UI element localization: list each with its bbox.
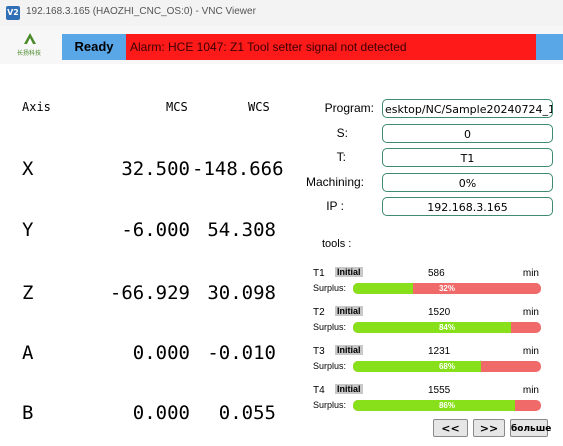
more-button[interactable]: больше bbox=[510, 419, 551, 437]
machining-label: Machining: bbox=[305, 175, 364, 189]
surplus-percent: 84% bbox=[438, 323, 455, 332]
program-label: Program: bbox=[324, 101, 374, 115]
wcs-header: WCS bbox=[248, 100, 270, 114]
tool-label: T: bbox=[336, 150, 346, 164]
surplus-bar: 84% bbox=[353, 322, 541, 333]
tool-id: T4 bbox=[313, 385, 325, 396]
surplus-percent: 68% bbox=[438, 362, 455, 371]
tool-life-value: 1520 bbox=[428, 307, 451, 318]
surplus-bar: 86% bbox=[353, 400, 541, 411]
axis-a-wcs: -0.010 bbox=[207, 342, 276, 364]
axis-x-wcs: -148.666 bbox=[192, 158, 284, 180]
surplus-bar: 32% bbox=[353, 283, 541, 294]
axis-x-label: X bbox=[22, 158, 34, 180]
axis-a-label: A bbox=[22, 342, 34, 364]
tool-life-unit: min bbox=[522, 307, 539, 318]
spindle-label: S: bbox=[336, 126, 348, 140]
axis-y-wcs: 54.308 bbox=[207, 219, 276, 241]
next-page-button[interactable]: >> bbox=[473, 419, 505, 437]
tools-heading: tools : bbox=[322, 238, 352, 250]
tool-item: T1 Initial 586 min Surplus: 32% bbox=[313, 267, 541, 302]
tool-status-badge: Initial bbox=[335, 384, 363, 394]
surplus-label: Surplus: bbox=[313, 400, 347, 410]
axis-y-mcs: -6.000 bbox=[121, 219, 190, 241]
company-logo: 长扬科技 bbox=[10, 30, 48, 60]
alarm-message: Alarm: HCE 1047: Z1 Tool setter signal n… bbox=[126, 34, 536, 60]
company-logo-text: 长扬科技 bbox=[16, 51, 41, 57]
axis-y-label: Y bbox=[22, 219, 34, 241]
tool-id: T2 bbox=[313, 307, 325, 318]
axis-b-mcs: 0.000 bbox=[132, 402, 190, 424]
ip-field[interactable]: 192.168.3.165 bbox=[382, 197, 553, 216]
tool-item: T2 Initial 1520 min Surplus: 84% bbox=[313, 306, 541, 341]
axis-a-mcs: 0.000 bbox=[132, 342, 190, 364]
ready-status: Ready bbox=[62, 34, 126, 60]
previous-page-button[interactable]: << bbox=[433, 419, 468, 437]
vnc-icon: V2 bbox=[6, 6, 20, 20]
tool-life-value: 1231 bbox=[428, 346, 451, 357]
ip-label: IP : bbox=[326, 199, 344, 213]
window-title: 192.168.3.165 (HAOZHI_CNC_OS:0) - VNC Vi… bbox=[26, 6, 256, 17]
tool-item: T3 Initial 1231 min Surplus: 68% bbox=[313, 345, 541, 380]
axis-z-mcs: -66.929 bbox=[109, 282, 190, 304]
tool-life-unit: min bbox=[522, 385, 539, 396]
company-logo-icon bbox=[24, 33, 36, 44]
machining-field[interactable]: 0% bbox=[382, 173, 553, 192]
spindle-field[interactable]: 0 bbox=[382, 124, 553, 143]
program-field[interactable]: esktop/NC/Sample20240724_140 bbox=[382, 99, 553, 118]
tool-status-badge: Initial bbox=[335, 345, 363, 355]
status-bar: 长扬科技 Ready Alarm: HCE 1047: Z1 Tool sett… bbox=[0, 26, 563, 64]
tool-status-badge: Initial bbox=[335, 267, 363, 277]
axis-z-label: Z bbox=[22, 282, 34, 304]
surplus-percent: 32% bbox=[438, 284, 455, 293]
surplus-bar: 68% bbox=[353, 361, 541, 372]
axis-x-mcs: 32.500 bbox=[121, 158, 190, 180]
tool-field[interactable]: T1 bbox=[382, 148, 553, 167]
tool-status-badge: Initial bbox=[335, 306, 363, 316]
surplus-label: Surplus: bbox=[313, 361, 347, 371]
surplus-label: Surplus: bbox=[313, 322, 347, 332]
surplus-label: Surplus: bbox=[313, 283, 347, 293]
tool-life-unit: min bbox=[522, 268, 539, 279]
surplus-percent: 86% bbox=[438, 401, 455, 410]
tool-life-value: 1555 bbox=[428, 385, 451, 396]
status-bar-end bbox=[536, 34, 563, 60]
mcs-header: MCS bbox=[166, 100, 188, 114]
window-titlebar: V2 192.168.3.165 (HAOZHI_CNC_OS:0) - VNC… bbox=[0, 0, 563, 27]
axis-b-wcs: 0.055 bbox=[218, 402, 276, 424]
tool-life-unit: min bbox=[522, 346, 539, 357]
tool-life-value: 586 bbox=[428, 268, 445, 279]
axis-b-label: B bbox=[22, 402, 34, 424]
axis-header: Axis bbox=[22, 100, 51, 114]
tool-item: T4 Initial 1555 min Surplus: 86% bbox=[313, 384, 541, 419]
tool-id: T3 bbox=[313, 346, 325, 357]
tool-id: T1 bbox=[313, 268, 325, 279]
axis-z-wcs: 30.098 bbox=[207, 282, 276, 304]
